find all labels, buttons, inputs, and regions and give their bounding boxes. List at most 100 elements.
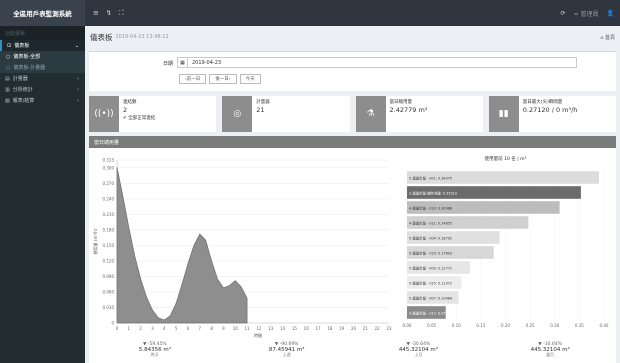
x-tick-label: 23: [386, 326, 392, 331]
bar-label: 3-重量計量 - 012: 0.07859: [409, 310, 452, 315]
y-tick-label: 0.060: [103, 289, 115, 294]
x-tick-label: 0.30: [550, 323, 559, 328]
date-filter-panel: 日期 ▦ 2019-04-23 ‹前一日 後一日› 今天: [89, 51, 616, 91]
x-tick-label: 2: [139, 326, 142, 331]
x-tick-label: 21: [363, 326, 369, 331]
calendar-icon[interactable]: ▦: [178, 58, 188, 67]
card-value: 2.42779 m³: [389, 106, 428, 114]
report-icon: ▧: [5, 97, 10, 104]
y-tick-label: 0.180: [103, 227, 115, 232]
chevron-left-icon: ‹: [77, 86, 79, 93]
sidebar-item-label: 計量器: [12, 76, 28, 82]
sidebar-item-dashboard[interactable]: ⊡ 儀表板 ⌄: [0, 40, 85, 51]
summary-cards: ((•)) 連結數 2 ✔ 全部正常連結 ◎ 計量器 21 ⚗ 當日總用量 2.…: [89, 96, 616, 132]
x-tick-label: 19: [339, 326, 345, 331]
x-tick-label: 0.00: [403, 323, 412, 328]
usage-chart-panel: 當日總用量 0 0.030 0.060 0.090 0.120 0.150 0.180 0.2…: [89, 136, 616, 363]
y-tick-label: 0.120: [103, 258, 115, 263]
today-button[interactable]: 今天: [239, 74, 261, 84]
x-tick-label: 8: [210, 326, 213, 331]
card-label: 連結數: [123, 100, 137, 105]
bar-chart-title: 使用量前 10 名 | m³: [485, 155, 527, 162]
x-tick-label: 0.15: [476, 323, 485, 328]
stats-icon: ▥: [5, 86, 10, 93]
y-tick-label: 0.210: [103, 212, 115, 217]
date-value[interactable]: 2019-04-23: [188, 60, 221, 66]
card-connections: ((•)) 連結數 2 ✔ 全部正常連結: [89, 96, 217, 132]
wave-icon[interactable]: ↯: [106, 9, 112, 18]
card-value: 2: [123, 106, 128, 114]
card-label: 當日最大(尖)瞬間量: [522, 100, 563, 105]
x-tick-label: 15: [292, 326, 298, 331]
x-tick-label: 18: [327, 326, 333, 331]
bar-label: 5-重量計量 - 015: 0.11072: [409, 280, 452, 285]
card-value: 0.27120 / 0 m³/h: [522, 106, 578, 114]
x-tick-label: 16: [304, 326, 310, 331]
chart-panel-title: 當日總用量: [89, 136, 616, 148]
prev-day-button[interactable]: ‹前一日: [179, 74, 207, 84]
circle-icon: ○: [6, 64, 11, 71]
top-navbar: 全區用戶表監測系統 ≡ ↯ ⛶ ⟳ = 管理員 👤: [0, 0, 620, 26]
card-value: 21: [256, 106, 265, 114]
stat-caption: 上週: [282, 352, 291, 358]
comparison-stats: ▼ -59.45% 5.84356 m³ 昨天 ▼ -90.69% 87.459…: [89, 342, 616, 358]
sidebar-item-report[interactable]: ▧ 報表/結算 ‹: [0, 95, 85, 106]
sidebar-item-label: 分析統計: [12, 87, 33, 93]
y-tick-label: 0.240: [103, 196, 115, 201]
x-tick-label: 22: [375, 326, 381, 331]
x-tick-label: 10: [233, 326, 239, 331]
card-label: 當日總用量: [389, 100, 413, 105]
chevron-left-icon: ‹: [77, 97, 79, 104]
check-icon: ✔: [123, 116, 127, 121]
breadcrumb[interactable]: ⌂ 首頁: [600, 34, 615, 41]
meter-icon: ▤: [5, 75, 10, 82]
x-tick-label: 0.35: [575, 323, 584, 328]
bar-label: 5-重量計量 - 019: 0.17603: [409, 250, 452, 255]
x-tick-label: 5: [175, 326, 178, 331]
flask-icon: ⚗: [355, 96, 386, 132]
sidebar-item-label: 儀表板-計量器: [13, 65, 46, 71]
x-tick-label: 6: [187, 326, 190, 331]
x-tick-label: 3: [151, 326, 154, 331]
x-axis-label: 時間: [254, 332, 262, 338]
date-label: 日期: [163, 61, 174, 67]
sidebar-item-dashboard-all[interactable]: ○ 儀表板-全部: [0, 51, 85, 62]
chart-icon: ⊡: [7, 42, 12, 49]
next-day-button[interactable]: 後一日›: [209, 74, 237, 84]
bar-chart-icon: ▮▮: [488, 96, 519, 132]
x-tick-label: 0.25: [526, 323, 535, 328]
y-tick-label: 0.030: [103, 305, 115, 310]
sidebar-item-stats[interactable]: ▥ 分析統計 ‹: [0, 84, 85, 95]
card-meters: ◎ 計量器 21: [222, 96, 350, 132]
date-input[interactable]: ▦ 2019-04-23: [177, 57, 577, 68]
bar-label: 5-重量計量 - 007: 0.10484: [409, 295, 452, 300]
card-note: ✔ 全部正常連結: [123, 115, 155, 121]
bar-label: 4-重量計量 - 010: 0.30988: [409, 205, 452, 210]
bar-label: 5-重量計量 - 004: 0.18792: [409, 235, 452, 240]
y-tick-label: 0: [111, 321, 114, 326]
chevron-left-icon: ‹: [77, 75, 79, 82]
x-tick-label: 7: [199, 326, 202, 331]
x-tick-label: 14: [280, 326, 286, 331]
x-tick-label: 0.40: [600, 323, 609, 328]
stat-caption: 上月: [414, 352, 423, 358]
x-tick-label: 0.10: [452, 323, 461, 328]
bar-label: 2-重量計量-儲存池量: 0.35310: [409, 190, 457, 195]
chevron-down-icon: ⌄: [74, 42, 79, 49]
x-tick-label: 0.05: [427, 323, 436, 328]
fullscreen-icon[interactable]: ⛶: [119, 9, 124, 18]
user-name[interactable]: = 管理員: [574, 9, 599, 18]
y-axis-label: 總用量 (m³/h): [92, 228, 98, 254]
signal-icon: ((•)): [89, 96, 119, 132]
sidebar-submenu: ○ 儀表板-全部 ○ 儀表板-計量器: [0, 51, 85, 73]
x-tick-label: 11: [245, 326, 251, 331]
menu-toggle-icon[interactable]: ≡: [93, 9, 99, 18]
y-tick-label: 0.150: [103, 243, 115, 248]
app-brand[interactable]: 全區用戶表監測系統: [0, 0, 85, 26]
sidebar-item-dashboard-meter[interactable]: ○ 儀表板-計量器: [0, 62, 85, 73]
user-icon[interactable]: 👤: [607, 10, 614, 17]
refresh-icon[interactable]: ⟳: [561, 10, 566, 17]
sidebar-item-meter[interactable]: ▤ 計量器 ‹: [0, 73, 85, 84]
page-title: 儀表板: [90, 32, 113, 42]
usage-charts: 00.0300.0600.0900.1200.1500.1800.2100.24…: [92, 155, 609, 338]
